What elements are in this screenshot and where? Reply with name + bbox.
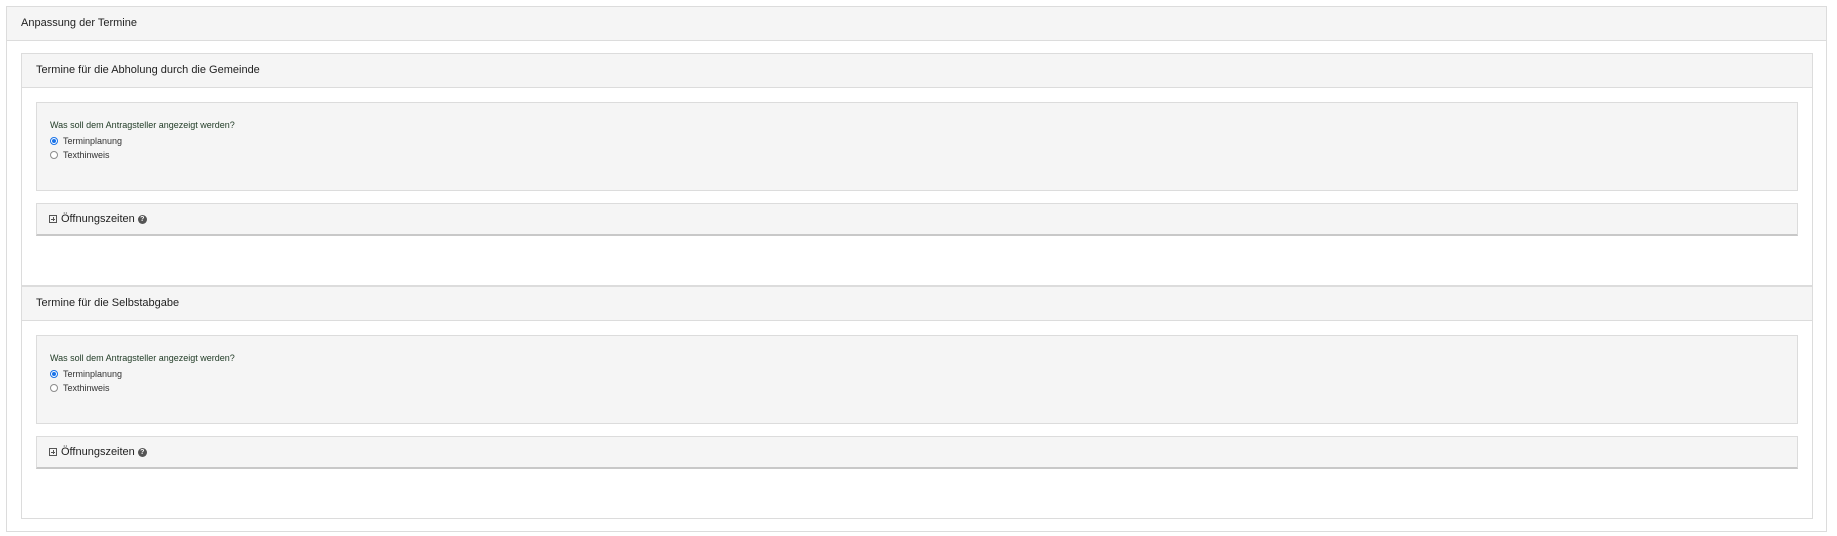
section-title: Termine für die Selbstabgabe [22, 287, 1812, 321]
section-title: Termine für die Abholung durch die Gemei… [22, 54, 1812, 88]
opening-hours-toggle[interactable]: Öffnungszeiten ? [36, 436, 1798, 469]
opening-hours-toggle[interactable]: Öffnungszeiten ? [36, 203, 1798, 236]
radio-label: Texthinweis [63, 150, 110, 160]
radio-option-texthinweis[interactable]: Texthinweis [50, 148, 1797, 162]
radio-button[interactable] [50, 384, 58, 392]
question-label: Was soll dem Antragsteller angezeigt wer… [50, 120, 235, 130]
question-label: Was soll dem Antragsteller angezeigt wer… [50, 353, 235, 363]
radio-option-terminplanung[interactable]: Terminplanung [50, 367, 1797, 381]
appointments-panel: Anpassung der Termine Termine für die Ab… [6, 6, 1827, 532]
radio-button[interactable] [50, 151, 58, 159]
section-self-dropoff-appointments: Termine für die Selbstabgabe Was soll de… [21, 286, 1813, 519]
display-option-box: Was soll dem Antragsteller angezeigt wer… [36, 102, 1798, 191]
plus-square-icon[interactable] [49, 448, 57, 456]
radio-option-texthinweis[interactable]: Texthinweis [50, 381, 1797, 395]
question-circle-icon[interactable]: ? [137, 447, 147, 457]
radio-label: Texthinweis [63, 383, 110, 393]
section-pickup-appointments: Termine für die Abholung durch die Gemei… [21, 53, 1813, 286]
panel-title: Anpassung der Termine [7, 7, 1826, 41]
display-option-box: Was soll dem Antragsteller angezeigt wer… [36, 335, 1798, 424]
plus-square-icon[interactable] [49, 215, 57, 223]
opening-hours-label: Öffnungszeiten [61, 446, 135, 458]
radio-button-checked[interactable] [50, 370, 58, 378]
radio-label: Terminplanung [63, 136, 123, 146]
radio-option-terminplanung[interactable]: Terminplanung [50, 134, 1797, 148]
radio-button-checked[interactable] [50, 137, 58, 145]
radio-label: Terminplanung [63, 369, 123, 379]
opening-hours-label: Öffnungszeiten [61, 213, 135, 225]
question-circle-icon[interactable]: ? [137, 214, 147, 224]
